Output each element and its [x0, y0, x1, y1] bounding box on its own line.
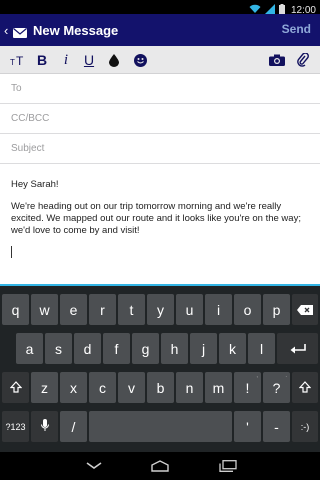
- key-t[interactable]: t: [118, 294, 145, 325]
- to-field[interactable]: To: [0, 74, 320, 104]
- text-color-icon[interactable]: [106, 50, 122, 70]
- underline-button[interactable]: U: [81, 50, 97, 70]
- key-g[interactable]: g: [132, 333, 159, 364]
- key-z[interactable]: z: [31, 372, 58, 403]
- key-question[interactable]: ? .: [263, 372, 290, 403]
- microphone-icon: [40, 418, 49, 435]
- key-o[interactable]: o: [234, 294, 261, 325]
- key-slash[interactable]: /: [60, 411, 87, 442]
- compose-form: To CC/BCC Subject Hey Sarah! We're headi…: [0, 74, 320, 284]
- key-k[interactable]: k: [219, 333, 246, 364]
- key-e[interactable]: e: [60, 294, 87, 325]
- back-chevron-icon[interactable]: ‹: [4, 23, 10, 38]
- key-d[interactable]: d: [74, 333, 101, 364]
- key-question-hint: .: [285, 373, 287, 379]
- ccbcc-placeholder: CC/BCC: [11, 113, 50, 124]
- key-p[interactable]: p: [263, 294, 290, 325]
- camera-icon[interactable]: [268, 50, 286, 70]
- key-apostrophe[interactable]: ': [234, 411, 261, 442]
- backspace-icon: [297, 302, 313, 318]
- key-l[interactable]: l: [248, 333, 275, 364]
- format-toolbar: TT B i U: [0, 46, 320, 74]
- to-placeholder: To: [11, 83, 22, 94]
- italic-button[interactable]: i: [58, 50, 74, 70]
- home-icon[interactable]: [150, 458, 170, 474]
- enter-key[interactable]: [277, 333, 318, 364]
- key-exclamation[interactable]: ! ,: [234, 372, 261, 403]
- subject-field[interactable]: Subject: [0, 134, 320, 164]
- shift-key-left[interactable]: [2, 372, 29, 403]
- nav-bar: [0, 452, 320, 480]
- subject-placeholder: Subject: [11, 143, 45, 154]
- key-c[interactable]: c: [89, 372, 116, 403]
- key-f[interactable]: f: [103, 333, 130, 364]
- send-button[interactable]: Send: [282, 22, 311, 36]
- symbols-key[interactable]: ?123: [2, 411, 29, 442]
- key-n[interactable]: n: [176, 372, 203, 403]
- back-icon[interactable]: [84, 458, 104, 474]
- key-u[interactable]: u: [176, 294, 203, 325]
- key-y[interactable]: y: [147, 294, 174, 325]
- key-exclamation-hint: ,: [256, 373, 258, 379]
- key-question-label: ?: [272, 379, 281, 396]
- key-b[interactable]: b: [147, 372, 174, 403]
- svg-text:T: T: [16, 54, 24, 66]
- mail-icon[interactable]: [13, 25, 27, 38]
- key-x[interactable]: x: [60, 372, 87, 403]
- smiley-key[interactable]: :-): [292, 411, 318, 442]
- emoji-icon[interactable]: [131, 50, 149, 70]
- key-v[interactable]: v: [118, 372, 145, 403]
- text-size-icon[interactable]: TT: [8, 50, 28, 70]
- shift-icon: [9, 380, 22, 396]
- page-title: New Message: [33, 22, 119, 38]
- key-m[interactable]: m: [205, 372, 232, 403]
- shift-icon: [298, 380, 312, 396]
- voice-input-key[interactable]: [31, 411, 58, 442]
- key-dash[interactable]: -: [263, 411, 290, 442]
- recents-icon[interactable]: [218, 458, 238, 474]
- key-r[interactable]: r: [89, 294, 116, 325]
- key-h[interactable]: h: [161, 333, 188, 364]
- key-a[interactable]: a: [16, 333, 43, 364]
- key-i[interactable]: i: [205, 294, 232, 325]
- attachment-icon[interactable]: [294, 50, 312, 70]
- message-body[interactable]: Hey Sarah! We're heading out on our trip…: [0, 164, 320, 284]
- shift-key-right[interactable]: [292, 372, 318, 403]
- message-greeting: Hey Sarah!: [11, 179, 59, 190]
- enter-icon: [290, 341, 306, 357]
- ccbcc-field[interactable]: CC/BCC: [0, 104, 320, 134]
- key-j[interactable]: j: [190, 333, 217, 364]
- action-bar: ‹ New Message Send: [0, 14, 320, 46]
- status-bar: 12:00: [0, 0, 320, 16]
- backspace-key[interactable]: [292, 294, 318, 325]
- key-q[interactable]: q: [2, 294, 29, 325]
- svg-text:T: T: [10, 58, 15, 66]
- message-text: We're heading out on our trip tomorrow m…: [11, 201, 301, 236]
- text-cursor: [11, 246, 12, 258]
- key-exclamation-label: !: [245, 379, 250, 396]
- key-w[interactable]: w: [31, 294, 58, 325]
- space-key[interactable]: [89, 411, 232, 442]
- keyboard: q w e r t y u i o p a s d f g h j k l z …: [0, 284, 320, 452]
- bold-button[interactable]: B: [34, 50, 50, 70]
- key-s[interactable]: s: [45, 333, 72, 364]
